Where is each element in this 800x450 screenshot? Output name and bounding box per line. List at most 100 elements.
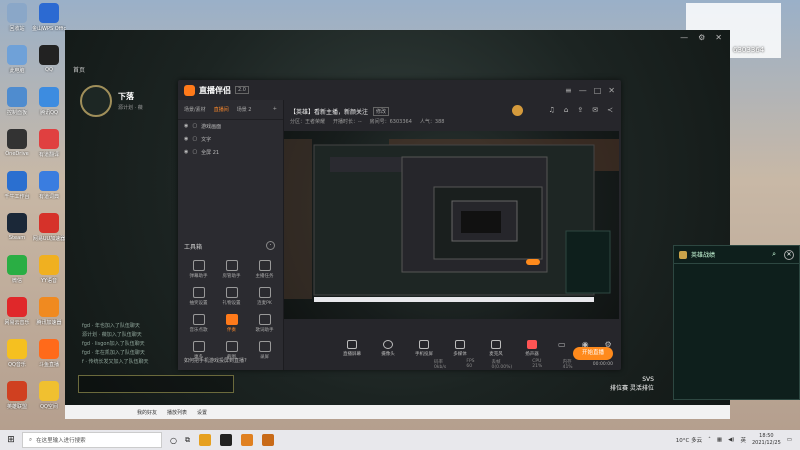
notification-icon[interactable]: ▭ [787, 437, 792, 443]
app-icon [7, 255, 27, 275]
desktop-icon[interactable]: 网易云音乐 [0, 297, 34, 326]
tool-item[interactable]: 礼物设置 [215, 287, 248, 306]
close-icon[interactable]: ✕ [608, 86, 615, 95]
bell-icon[interactable]: ♫ [549, 106, 555, 114]
desktop-icon-label: 腾讯QQ [40, 110, 58, 116]
live-meta-item: 分区：王者荣耀 [290, 119, 326, 125]
desktop-icon[interactable]: 有道词典 [32, 171, 66, 200]
search-icon[interactable]: ⌕ [772, 250, 776, 259]
pinned-app-icon[interactable] [198, 434, 211, 446]
toolbar-screen-button[interactable]: 直播屏幕 [342, 340, 362, 357]
desktop-icon[interactable]: 有道翻译 [32, 129, 66, 158]
playlist-tab[interactable]: 播放列表 [167, 409, 187, 416]
desktop-icon[interactable]: 英雄联盟 [0, 381, 34, 410]
lock-icon[interactable]: ▢ [192, 123, 197, 130]
gear-icon[interactable]: · [266, 241, 275, 250]
chevron-up-icon[interactable]: ˄ [708, 437, 711, 443]
eye-icon[interactable]: ◉ [184, 136, 188, 143]
pinned-app-icon[interactable] [219, 434, 232, 446]
network-icon[interactable]: ▦ [717, 437, 722, 443]
desktop-icon[interactable]: OneDrive [0, 129, 34, 157]
app-icon [7, 213, 27, 233]
close-icon[interactable]: ✕ [715, 33, 722, 42]
desktop-icon[interactable]: QQ空间 [32, 381, 66, 410]
cortana-icon[interactable]: ○ [170, 436, 177, 445]
toolbar-phone-button[interactable]: 手机投屏 [414, 340, 434, 357]
source-item[interactable]: ◉ ▢ 文字 [178, 133, 283, 146]
friends-tab[interactable]: 我的好友 [137, 409, 157, 416]
scene-tab[interactable]: 直播间 [214, 106, 229, 113]
tool-item[interactable]: 连麦PK [248, 287, 281, 306]
player-profile[interactable]: 下落 源计划 · 薇 [80, 85, 143, 117]
taskbar-search[interactable]: ⌕ 在这里输入进行搜索 [22, 432, 162, 448]
gear-icon[interactable]: ⚙ [698, 33, 705, 42]
desktop-icon[interactable]: 千牛工作台 [0, 171, 34, 200]
desktop-icon[interactable]: YY语音 [32, 255, 66, 284]
share-icon[interactable]: ⇪ [577, 106, 583, 114]
ime-indicator[interactable]: 英 [740, 436, 746, 444]
scene-tab[interactable]: 场景/素材 [184, 106, 206, 113]
source-label: 文字 [201, 137, 212, 143]
close-icon[interactable]: ✕ [784, 249, 794, 260]
toolbar-media-button[interactable]: 多媒体 [450, 340, 470, 357]
eye-icon[interactable]: ◉ [184, 123, 188, 130]
desktop-icon[interactable]: 微信 [0, 255, 34, 284]
tool-item[interactable]: 抽奖设置 [182, 287, 215, 306]
eye-icon[interactable]: ◉ [184, 149, 188, 156]
desktop-icon[interactable]: 金山WPS Office [32, 3, 66, 32]
avatar[interactable] [80, 85, 112, 117]
pinned-app-icon[interactable] [261, 434, 274, 446]
toolbar-label: 摄像头 [381, 352, 395, 357]
pinned-app-icon[interactable] [240, 434, 253, 446]
desktop-icon[interactable]: 斗鱼直播 [32, 339, 66, 368]
lock-icon[interactable]: ⌂ [564, 106, 568, 114]
desktop-icon[interactable]: Steam [0, 213, 34, 241]
menu-icon[interactable]: ≡ [565, 86, 572, 95]
source-item[interactable]: ◉ ▢ 全屏 21 [178, 146, 283, 159]
minimize-icon[interactable]: — [579, 86, 587, 95]
tool-item[interactable]: 弹幕助手 [182, 260, 215, 279]
source-item[interactable]: ◉ ▢ 游戏画面 [178, 120, 283, 133]
avatar[interactable] [512, 105, 523, 116]
desktop-icon[interactable]: 腾讯加速器 [32, 297, 66, 326]
desktop-icon[interactable]: QQ音乐 [0, 339, 34, 368]
game-home-label[interactable]: 首页 [73, 65, 85, 74]
maximize-icon[interactable]: □ [594, 86, 602, 95]
tool-item[interactable]: 歌词助手 [248, 314, 281, 333]
desktop-icon[interactable]: 控制面板 [0, 87, 34, 116]
gift-icon[interactable]: ✉ [592, 106, 598, 114]
settings-tab[interactable]: 设置 [197, 409, 207, 416]
mail-icon[interactable]: ≺ [607, 106, 613, 114]
minimize-icon[interactable]: — [680, 33, 688, 42]
tool-item[interactable]: 伴奏 [215, 314, 248, 333]
tool-item[interactable]: 主播任务 [248, 260, 281, 279]
search-placeholder: 在这里输入进行搜索 [36, 438, 86, 444]
tool-item[interactable]: 房管助手 [215, 260, 248, 279]
tool-item[interactable]: 音乐点歌 [182, 314, 215, 333]
weather-text[interactable]: 10°C 多云 [676, 436, 702, 444]
toolbar-camera-button[interactable]: 摄像头 [378, 340, 398, 357]
toolbar-mic-button[interactable]: 麦克风 [486, 340, 506, 357]
tool-item[interactable]: 录屏 [248, 341, 281, 360]
lock-icon[interactable]: ▢ [192, 149, 197, 156]
chat-line: fgd · lisgon加入了队伍聊天 [82, 341, 145, 347]
volume-icon[interactable]: ◀) [728, 437, 734, 443]
toolbar-speaker-button[interactable]: 扬声器 [522, 340, 542, 357]
game-chat-log: fgd · 年也加入了队伍聊天 源计划 · 薇加入了队伍聊天 fgd · lisgo… [82, 322, 149, 367]
help-notice[interactable]: 如何把手机游戏投屏到直播? [184, 357, 247, 364]
film-icon[interactable]: ▭ [558, 340, 566, 349]
desktop-icon[interactable]: 回收站 [0, 3, 34, 32]
windows-start-icon[interactable]: ⊞ [0, 435, 22, 445]
add-scene-icon[interactable]: + [273, 106, 277, 113]
stream-preview[interactable] [284, 131, 619, 319]
scene-tab[interactable]: 场景 2 [237, 106, 252, 113]
clock[interactable]: 18:50 2021/12/25 [752, 433, 781, 447]
lock-icon[interactable]: ▢ [192, 136, 197, 143]
desktop-icon[interactable]: QQ [32, 45, 66, 73]
rank-mode-info[interactable]: SVS 排位赛 灵活排位 [610, 376, 654, 392]
desktop-icon[interactable]: 网易UU加速器 [32, 213, 66, 242]
desktop-icon[interactable]: 腾讯QQ [32, 87, 66, 116]
desktop-icon[interactable]: 此电脑 [0, 45, 34, 74]
game-chat-input[interactable] [78, 375, 234, 393]
edit-title-button[interactable]: 修改 [373, 107, 390, 116]
